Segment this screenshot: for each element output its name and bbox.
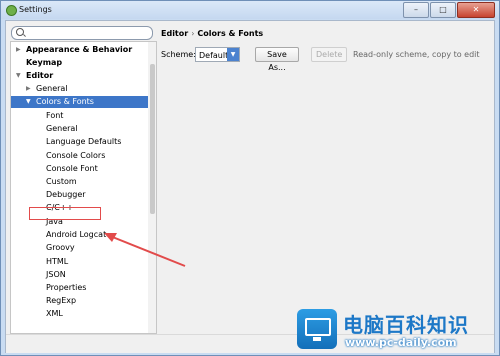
watermark-url: www.pc-daily.com [345,336,457,349]
collapse-arrow-icon[interactable]: ▼ [26,96,31,108]
tree-item-label: Appearance & Behavior [26,45,133,54]
tree-item-label: General [36,84,68,93]
scheme-select[interactable]: Default ▼ [195,47,240,62]
app-icon [6,5,17,16]
tree-item-groovy[interactable]: Groovy [11,242,148,254]
monitor-stand-icon [313,337,321,341]
close-button[interactable]: ✕ [457,2,495,18]
window-title: Settings [19,5,52,14]
search-icon [16,28,24,36]
annotation-highlight-box [29,207,101,220]
tree-item-json[interactable]: JSON [11,269,148,281]
tree-item-appearance-behavior[interactable]: ▶ Appearance & Behavior [11,44,148,56]
scheme-value: Default [199,51,229,60]
breadcrumb-colors-fonts: Colors & Fonts [197,29,264,38]
tree-item-console-font[interactable]: Console Font [11,163,148,175]
tree-item-label: XML [46,309,63,318]
search-input[interactable] [11,26,153,40]
tree-item-language-defaults[interactable]: Language Defaults [11,136,148,148]
tree-scrollbar[interactable] [148,42,156,333]
title-bar[interactable]: Settings – □ ✕ [1,1,499,19]
minimize-button[interactable]: – [403,2,429,18]
tree-item-debugger[interactable]: Debugger [11,189,148,201]
tree-item-label: Editor [26,71,54,80]
window-controls: – □ ✕ [403,2,495,18]
tree-item-html[interactable]: HTML [11,256,148,268]
tree-item-label: Language Defaults [46,137,122,146]
tree-item-xml[interactable]: XML [11,308,148,320]
tree-item-label: Debugger [46,190,86,199]
tree-item-console-colors[interactable]: Console Colors [11,150,148,162]
tree-item-colors-fonts[interactable]: ▼ Colors & Fonts [11,96,148,108]
tree-item-editor[interactable]: ▼ Editor [11,70,148,82]
settings-window: Settings – □ ✕ ▶ Appearance & Behavior K… [0,0,500,356]
settings-content: ▶ Appearance & Behavior Keymap ▼ Editor … [5,20,495,353]
delete-button[interactable]: Delete [311,47,347,62]
maximize-button[interactable]: □ [430,2,456,18]
expand-arrow-icon[interactable]: ▶ [16,44,21,56]
expand-arrow-icon[interactable]: ▶ [26,83,31,95]
tree-item-label: Console Colors [46,151,106,160]
tree-item-regexp[interactable]: RegExp [11,295,148,307]
tree-item-label: Android Logcat [46,230,107,239]
monitor-screen-icon [305,318,331,336]
tree-item-label: Properties [46,283,87,292]
tree-item-keymap[interactable]: Keymap [11,57,148,69]
tree-item-font[interactable]: Font [11,110,148,122]
tree-item-general[interactable]: ▶ General [11,83,148,95]
tree-item-label: JSON [46,270,66,279]
breadcrumb: Editor › Colors & Fonts [161,29,263,38]
tree-item-label: HTML [46,257,69,266]
scrollbar-thumb[interactable] [150,64,155,214]
tree-item-android-logcat[interactable]: Android Logcat [11,229,148,241]
tree-item-label: Keymap [26,58,63,67]
save-as-button[interactable]: Save As... [255,47,299,72]
tree-item-label: RegExp [46,296,77,305]
settings-tree: ▶ Appearance & Behavior Keymap ▼ Editor … [10,41,157,334]
tree-item-custom[interactable]: Custom [11,176,148,188]
tree-item-label: General [46,124,78,133]
tree-item-label: Font [46,111,64,120]
collapse-arrow-icon[interactable]: ▼ [16,70,21,82]
monitor-logo-icon [297,309,337,349]
tree-item-label: Custom [46,177,77,186]
scheme-label: Scheme: [161,50,196,59]
tree-item-general-colors[interactable]: General [11,123,148,135]
tree-item-properties[interactable]: Properties [11,282,148,294]
tree-item-label: Groovy [46,243,75,252]
watermark: 电脑百科知识 www.pc-daily.com [287,305,499,355]
scheme-note: Read-only scheme, copy to edit [353,50,480,59]
tree-item-label: Console Font [46,164,98,173]
chevron-down-icon[interactable]: ▼ [227,48,239,61]
breadcrumb-editor: Editor [161,29,189,38]
tree-item-label: Colors & Fonts [36,97,94,106]
watermark-title: 电脑百科知识 [343,313,469,337]
